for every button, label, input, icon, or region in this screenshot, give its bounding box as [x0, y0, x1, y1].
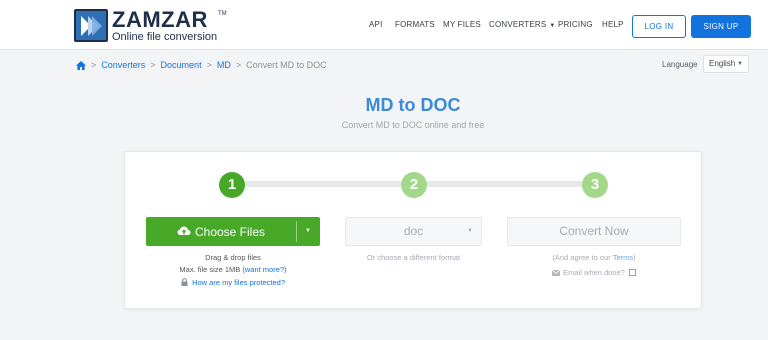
- site-header: ZAMZAR TM Online file conversion API FOR…: [0, 0, 768, 50]
- convert-now-button[interactable]: Convert Now: [507, 217, 681, 246]
- files-protected-row[interactable]: How are my files protected?: [146, 278, 320, 287]
- terms-notice: (And agree to our Terms): [507, 253, 681, 262]
- zamzar-logo[interactable]: ZAMZAR TM Online file conversion: [74, 7, 234, 43]
- email-when-done-row: Email when done?: [507, 268, 681, 277]
- lock-icon: [181, 278, 188, 286]
- format-hint: Or choose a different format: [366, 253, 461, 262]
- terms-link[interactable]: Terms: [613, 253, 633, 262]
- cloud-upload-icon: [177, 226, 191, 235]
- terms-prefix: (And agree to our: [552, 253, 611, 262]
- page-subtitle: Convert MD to DOC online and free: [341, 120, 485, 130]
- progress-connector: [427, 181, 582, 187]
- zamzar-logo-icon: [74, 9, 108, 42]
- converter-card: 1 2 3 Choose Files ▼ Drag & drop files M…: [124, 151, 702, 309]
- terms-suffix: ): [633, 253, 636, 262]
- breadcrumb-document[interactable]: Document: [161, 60, 202, 70]
- language-label: Language: [662, 60, 698, 69]
- nav-formats[interactable]: FORMATS: [395, 20, 435, 29]
- breadcrumb-converters[interactable]: Converters: [101, 60, 145, 70]
- nav-converters-label: CONVERTERS: [489, 20, 547, 29]
- page-title: MD to DOC: [365, 95, 461, 115]
- email-when-done-checkbox[interactable]: [628, 269, 636, 276]
- logo-tagline: Online file conversion: [112, 31, 218, 43]
- caret-down-icon: ▼: [467, 228, 473, 234]
- breadcrumb-current: Convert MD to DOC: [246, 60, 327, 70]
- breadcrumb-separator: >: [235, 60, 242, 70]
- caret-down-icon: ▼: [305, 228, 311, 234]
- format-select[interactable]: doc ▼: [345, 217, 482, 246]
- drag-drop-hint: Drag & drop files: [205, 253, 261, 262]
- email-when-done-label: Email when done?: [563, 268, 625, 277]
- want-more-link[interactable]: (want more?): [242, 265, 286, 274]
- nav-pricing[interactable]: PRICING: [558, 20, 593, 29]
- choose-files-label: Choose Files: [194, 224, 266, 239]
- choose-files-dropdown-toggle[interactable]: ▼: [296, 217, 320, 246]
- nav-help[interactable]: HELP: [602, 20, 624, 29]
- caret-down-icon: ▼: [549, 23, 556, 29]
- logo-trademark: TM: [218, 11, 227, 17]
- breadcrumb-separator: >: [91, 60, 97, 70]
- format-selected-value: doc: [403, 224, 424, 238]
- max-file-size-text: Max. file size 1MB: [179, 265, 241, 274]
- choose-files-button[interactable]: Choose Files: [146, 217, 296, 246]
- step-3-indicator: 3: [582, 172, 608, 198]
- breadcrumb-md[interactable]: MD: [217, 60, 231, 70]
- step-2-indicator: 2: [401, 172, 427, 198]
- nav-api[interactable]: API: [369, 20, 383, 29]
- login-button[interactable]: LOG IN: [632, 15, 686, 38]
- home-icon[interactable]: [76, 60, 86, 70]
- language-selected-value: English: [709, 59, 736, 68]
- breadcrumb: > Converters > Document > MD > Convert M…: [76, 60, 327, 70]
- breadcrumb-separator: >: [206, 60, 212, 70]
- language-select[interactable]: English ▼: [703, 55, 749, 73]
- logo-wordmark: ZAMZAR: [112, 7, 208, 32]
- signup-button[interactable]: SIGN UP: [691, 15, 751, 38]
- envelope-icon: [552, 269, 561, 276]
- choose-files-button-group: Choose Files ▼: [146, 217, 320, 246]
- nav-my-files[interactable]: MY FILES: [443, 20, 481, 29]
- step-1-indicator: 1: [219, 172, 245, 198]
- max-file-size: Max. file size 1MB (want more?): [146, 265, 320, 274]
- files-protected-link[interactable]: How are my files protected?: [192, 278, 285, 287]
- progress-connector: [245, 181, 401, 187]
- caret-down-icon: ▼: [737, 61, 743, 67]
- breadcrumb-separator: >: [150, 60, 156, 70]
- nav-converters[interactable]: CONVERTERS ▼: [489, 20, 556, 29]
